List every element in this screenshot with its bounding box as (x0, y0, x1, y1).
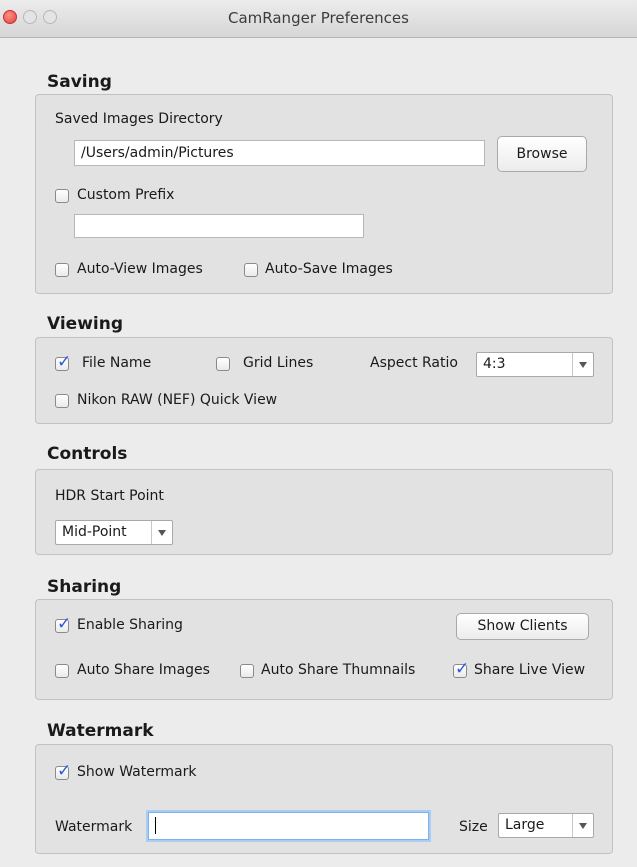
viewing-group: ✓ File Name Grid Lines Aspect Ratio 4:3 … (35, 337, 613, 424)
saving-group: Saved Images Directory /Users/admin/Pict… (35, 94, 613, 294)
file-name-label: File Name (82, 355, 152, 371)
watermark-text-field[interactable] (148, 812, 429, 840)
controls-section-title: Controls (47, 444, 128, 464)
saving-section-title: Saving (47, 72, 112, 92)
custom-prefix-checkbox[interactable] (55, 189, 69, 203)
nikon-raw-quick-view-checkbox[interactable] (55, 394, 69, 408)
auto-share-images-label: Auto Share Images (77, 662, 210, 678)
share-live-view-checkbox[interactable]: ✓ (453, 659, 469, 679)
auto-share-thumbnails-label: Auto Share Thumnails (261, 662, 416, 678)
show-clients-button[interactable]: Show Clients (456, 613, 589, 640)
enable-sharing-checkbox[interactable]: ✓ (55, 614, 71, 634)
checkmark-icon: ✓ (455, 659, 470, 679)
auto-view-images-checkbox[interactable] (55, 263, 69, 277)
custom-prefix-label: Custom Prefix (77, 187, 175, 203)
window-title: CamRanger Preferences (228, 9, 409, 27)
chevron-down-icon (579, 362, 587, 368)
controls-group: HDR Start Point Mid-Point (35, 469, 613, 555)
saved-images-directory-field[interactable]: /Users/admin/Pictures (74, 140, 485, 166)
aspect-ratio-dropdown-button[interactable] (572, 353, 593, 376)
saved-images-directory-label: Saved Images Directory (55, 111, 223, 127)
watermark-text-label: Watermark (55, 819, 133, 835)
hdr-start-point-dropdown-button[interactable] (151, 521, 172, 544)
aspect-ratio-select[interactable]: 4:3 (476, 352, 594, 377)
auto-view-images-label: Auto-View Images (77, 261, 203, 277)
grid-lines-label: Grid Lines (243, 355, 314, 371)
aspect-ratio-value: 4:3 (483, 356, 506, 372)
viewing-section-title: Viewing (47, 314, 124, 334)
watermark-section-title: Watermark (47, 721, 154, 741)
auto-save-images-checkbox[interactable] (244, 263, 258, 277)
share-live-view-label: Share Live View (474, 662, 586, 678)
show-watermark-checkbox[interactable]: ✓ (55, 761, 71, 781)
sharing-group: ✓ Enable Sharing Show Clients Auto Share… (35, 599, 613, 700)
title-bar: CamRanger Preferences (0, 0, 637, 38)
checkmark-icon: ✓ (57, 352, 72, 372)
grid-lines-checkbox[interactable] (216, 357, 230, 371)
file-name-checkbox[interactable]: ✓ (55, 352, 71, 372)
text-caret (155, 817, 156, 834)
hdr-start-point-select[interactable]: Mid-Point (55, 520, 173, 545)
watermark-size-dropdown-button[interactable] (572, 814, 593, 837)
custom-prefix-field[interactable] (74, 214, 364, 238)
chevron-down-icon (579, 823, 587, 829)
checkmark-icon: ✓ (57, 761, 72, 781)
auto-share-images-checkbox[interactable] (55, 664, 69, 678)
chevron-down-icon (158, 530, 166, 536)
auto-save-images-label: Auto-Save Images (265, 261, 393, 277)
aspect-ratio-label: Aspect Ratio (370, 355, 458, 371)
browse-button[interactable]: Browse (497, 136, 587, 172)
watermark-group: ✓ Show Watermark Watermark Size Large (35, 744, 613, 854)
hdr-start-point-value: Mid-Point (62, 524, 127, 540)
preferences-window: CamRanger Preferences Saving Saved Image… (0, 0, 637, 867)
show-watermark-label: Show Watermark (77, 764, 197, 780)
hdr-start-point-label: HDR Start Point (55, 488, 164, 504)
sharing-section-title: Sharing (47, 577, 122, 597)
auto-share-thumbnails-checkbox[interactable] (240, 664, 254, 678)
size-label: Size (459, 819, 488, 835)
checkmark-icon: ✓ (57, 614, 72, 634)
enable-sharing-label: Enable Sharing (77, 617, 183, 633)
watermark-size-select[interactable]: Large (498, 813, 594, 838)
watermark-size-value: Large (505, 817, 545, 833)
nikon-raw-quick-view-label: Nikon RAW (NEF) Quick View (77, 392, 278, 408)
